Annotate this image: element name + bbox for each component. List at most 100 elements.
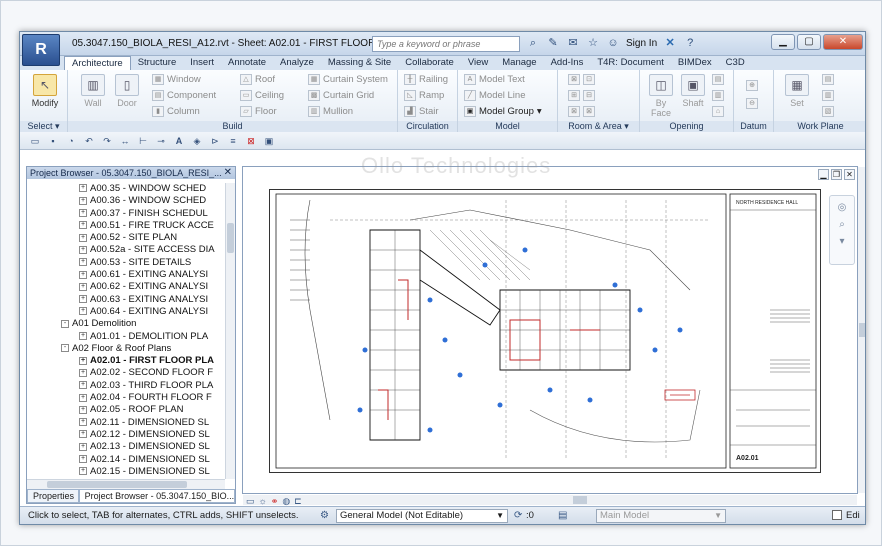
expand-icon[interactable]: +	[79, 221, 87, 230]
vertical-opening-button[interactable]: ▥	[712, 90, 724, 101]
expand-icon[interactable]: +	[79, 270, 87, 279]
view-vertical-scrollbar[interactable]	[858, 167, 865, 493]
browser-item[interactable]: + A02.04 - FOURTH FLOOR F	[27, 392, 225, 404]
tab-analyze[interactable]: Analyze	[273, 56, 321, 70]
crop-icon[interactable]: ⊏	[294, 496, 302, 506]
model-line-button[interactable]: ╱ Model Line	[464, 90, 525, 101]
close-icon[interactable]: ✕	[823, 34, 863, 50]
exchange-icon[interactable]: ✕	[663, 36, 677, 50]
expand-icon[interactable]: +	[79, 368, 87, 377]
browser-item[interactable]: + A00.37 - FINISH SCHEDUL	[27, 208, 225, 220]
expand-icon[interactable]: +	[79, 307, 87, 316]
browser-item[interactable]: + A00.62 - EXITING ANALYSI	[27, 281, 225, 293]
select-group-label[interactable]: Select ▾	[20, 121, 67, 132]
expand-icon[interactable]: +	[79, 332, 87, 341]
ref-plane-button[interactable]: ▥	[822, 90, 834, 101]
model-text-button[interactable]: A Model Text	[464, 74, 525, 85]
tab-architecture[interactable]: Architecture	[64, 56, 131, 70]
tab-insert[interactable]: Insert	[183, 56, 221, 70]
column-button[interactable]: ▮ Column	[152, 106, 200, 117]
railing-button[interactable]: ╫ Railing	[404, 74, 448, 85]
modify-button[interactable]: ↖ Modify	[30, 72, 60, 108]
minimize-icon[interactable]: ▁	[771, 34, 795, 50]
measure-icon[interactable]: ↔	[118, 135, 132, 147]
steering-wheel-icon[interactable]: ◎	[830, 202, 854, 213]
text-icon[interactable]: A	[172, 135, 186, 147]
floor-button[interactable]: ▱ Floor	[240, 106, 277, 117]
tab-c3d[interactable]: C3D	[719, 56, 752, 70]
shaft-button[interactable]: ▣ Shaft	[678, 72, 708, 108]
door-button[interactable]: ▯ Door	[112, 72, 142, 108]
tab-annotate[interactable]: Annotate	[221, 56, 273, 70]
browser-item[interactable]: + A01.01 - DEMOLITION PLA	[27, 331, 225, 343]
redo-icon[interactable]: ↷	[100, 135, 114, 147]
close-icon[interactable]: ✕	[844, 169, 855, 180]
tab-structure[interactable]: Structure	[131, 56, 184, 70]
browser-item[interactable]: + A00.53 - SITE DETAILS	[27, 257, 225, 269]
sign-in-button[interactable]: Sign In	[626, 38, 657, 49]
expand-icon[interactable]: +	[79, 184, 87, 193]
tab-view[interactable]: View	[461, 56, 495, 70]
thin-lines-icon[interactable]: ≡	[226, 135, 240, 147]
roof-button[interactable]: △ Roof	[240, 74, 275, 85]
sheet-view[interactable]: Ollo Technologies ▁ ❐ ✕ NORTH RESIDENCE …	[242, 153, 865, 505]
browser-item[interactable]: + A02.15 - DIMENSIONED SL	[27, 466, 225, 478]
expand-icon[interactable]: +	[79, 282, 87, 291]
browser-item[interactable]: + A00.63 - EXITING ANALYSI	[27, 294, 225, 306]
level-button[interactable]: ⊕	[746, 80, 758, 91]
restore-icon[interactable]: ❐	[831, 169, 842, 180]
browser-item[interactable]: - A01 Demolition	[27, 318, 225, 330]
browser-item[interactable]: - A02 Floor & Roof Plans	[27, 343, 225, 355]
close-windows-icon[interactable]: ⊠	[244, 135, 258, 147]
help-icon[interactable]: ?	[683, 36, 697, 50]
dimension-icon[interactable]: ⊢	[136, 135, 150, 147]
show-work-plane-button[interactable]: ▤	[822, 74, 834, 85]
section-icon[interactable]: ⊳	[208, 135, 222, 147]
collapse-icon[interactable]: -	[61, 319, 69, 328]
curtain-grid-button[interactable]: ▩ Curtain Grid	[308, 90, 374, 101]
undo-icon[interactable]: ↶	[82, 135, 96, 147]
browser-item[interactable]: + A00.52a - SITE ACCESS DIA	[27, 244, 225, 256]
browser-item[interactable]: + A00.36 - WINDOW SCHED	[27, 195, 225, 207]
dormer-opening-button[interactable]: ⌂	[712, 106, 724, 117]
browser-item[interactable]: + A02.13 - DIMENSIONED SL	[27, 441, 225, 453]
browser-horizontal-scrollbar[interactable]	[27, 479, 225, 489]
expand-icon[interactable]: +	[79, 356, 87, 365]
reveal-hidden-icon[interactable]: ◍	[282, 496, 290, 506]
area-button[interactable]: ⊞ ⊟	[568, 90, 595, 101]
expand-icon[interactable]: +	[79, 393, 87, 402]
collapse-icon[interactable]: -	[61, 344, 69, 353]
save-icon[interactable]: ▪	[46, 135, 60, 147]
room-button[interactable]: ⊠ ⊡	[568, 74, 595, 85]
zoom-dropdown-icon[interactable]: ▾	[830, 236, 854, 247]
window-button[interactable]: ▦ Window	[152, 74, 201, 85]
browser-item[interactable]: + A02.12 - DIMENSIONED SL	[27, 429, 225, 441]
3d-view-icon[interactable]: ◈	[190, 135, 204, 147]
stair-button[interactable]: ▟ Stair	[404, 106, 439, 117]
hide-isolate-icon[interactable]: ⚭	[271, 496, 279, 506]
browser-vertical-scrollbar[interactable]	[225, 183, 235, 479]
browser-item[interactable]: + A02.03 - THIRD FLOOR PLA	[27, 380, 225, 392]
browser-item[interactable]: + A02.05 - ROOF PLAN	[27, 404, 225, 416]
set-work-plane-button[interactable]: ▦ Set	[782, 72, 812, 108]
expand-icon[interactable]: +	[79, 467, 87, 476]
tab-add-ins[interactable]: Add-Ins	[544, 56, 591, 70]
scroll-thumb[interactable]	[573, 496, 587, 504]
binoculars-icon[interactable]: ⌕	[526, 36, 540, 50]
sync-icon[interactable]: ◔	[64, 135, 78, 147]
scroll-thumb[interactable]	[859, 323, 865, 337]
communication-icon[interactable]: ✉	[566, 36, 580, 50]
tag-icon[interactable]: ⊸	[154, 135, 168, 147]
browser-item[interactable]: + A00.51 - FIRE TRUCK ACCE	[27, 220, 225, 232]
browser-item[interactable]: + A02.11 - DIMENSIONED SL	[27, 417, 225, 429]
expand-icon[interactable]: +	[79, 245, 87, 254]
expand-icon[interactable]: +	[79, 295, 87, 304]
expand-icon[interactable]: +	[79, 405, 87, 414]
model-group-button[interactable]: ▣ Model Group ▾	[464, 106, 542, 117]
expand-icon[interactable]: +	[79, 430, 87, 439]
expand-icon[interactable]: +	[79, 233, 87, 242]
tab-collaborate[interactable]: Collaborate	[398, 56, 461, 70]
search-input[interactable]: Type a keyword or phrase	[372, 36, 520, 52]
expand-icon[interactable]: +	[79, 455, 87, 464]
curtain-system-button[interactable]: ▦ Curtain System	[308, 74, 388, 85]
